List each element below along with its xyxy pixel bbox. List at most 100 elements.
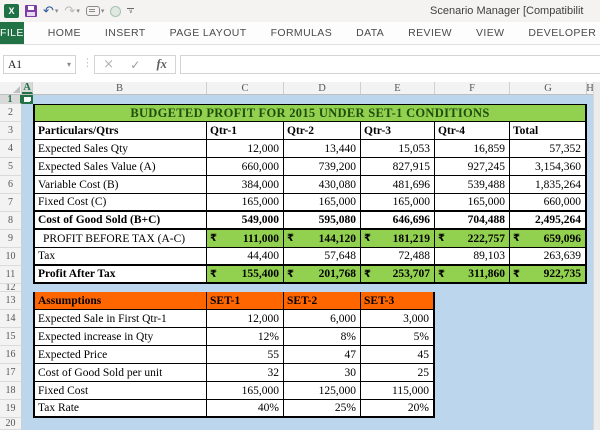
- cell-E17[interactable]: 25: [361, 364, 435, 382]
- cell-E4[interactable]: 15,053: [361, 140, 435, 158]
- row-header-14[interactable]: 14: [0, 310, 22, 328]
- enter-icon[interactable]: ✓: [130, 58, 140, 72]
- cell-G7[interactable]: 660,000: [510, 194, 587, 212]
- cell-A3[interactable]: [22, 122, 33, 140]
- column-header-c[interactable]: C: [207, 82, 284, 94]
- row-header-7[interactable]: 7: [0, 194, 22, 212]
- cell-A10[interactable]: [22, 248, 33, 266]
- empty-cells[interactable]: [33, 95, 593, 104]
- cell-G9[interactable]: ₹ 659,096: [510, 230, 587, 248]
- cell-C19[interactable]: 40%: [207, 400, 284, 418]
- cell-A2[interactable]: [22, 104, 33, 122]
- cell-B16[interactable]: Expected Price: [33, 346, 207, 364]
- cell-B15[interactable]: Expected increase in Qty: [33, 328, 207, 346]
- cell-C11[interactable]: ₹ 155,400: [207, 266, 284, 284]
- column-header-d[interactable]: D: [284, 82, 361, 94]
- status-circle-button[interactable]: [110, 6, 121, 17]
- cancel-icon[interactable]: ×: [103, 57, 114, 72]
- cell-D19[interactable]: 25%: [284, 400, 361, 418]
- cell-D18[interactable]: 125,000: [284, 382, 361, 400]
- cell-D11[interactable]: ₹ 201,768: [284, 266, 361, 284]
- cell-D10[interactable]: 57,648: [284, 248, 361, 266]
- cell-A14[interactable]: [22, 310, 33, 328]
- cell-D6[interactable]: 430,080: [284, 176, 361, 194]
- cell-E13[interactable]: SET-3: [361, 292, 435, 310]
- cell-A7[interactable]: [22, 194, 33, 212]
- cell-C6[interactable]: 384,000: [207, 176, 284, 194]
- cell-F10[interactable]: 89,103: [435, 248, 510, 266]
- cell-F6[interactable]: 539,488: [435, 176, 510, 194]
- empty-cells[interactable]: [22, 418, 593, 430]
- row-header-2[interactable]: 2: [0, 104, 22, 122]
- row-header-20[interactable]: 20: [0, 418, 22, 430]
- cell-E3[interactable]: Qtr-3: [361, 122, 435, 140]
- column-header-b[interactable]: B: [33, 82, 207, 94]
- tab-insert[interactable]: INSERT: [93, 22, 158, 44]
- cell-C13[interactable]: SET-1: [207, 292, 284, 310]
- cell-C9[interactable]: ₹ 111,000: [207, 230, 284, 248]
- cell-A4[interactable]: [22, 140, 33, 158]
- cell-E7[interactable]: 165,000: [361, 194, 435, 212]
- empty-cells[interactable]: [435, 346, 593, 364]
- empty-cells[interactable]: [435, 292, 593, 310]
- cell-E11[interactable]: ₹ 253,707: [361, 266, 435, 284]
- tab-home[interactable]: HOME: [36, 22, 93, 44]
- cell-B6[interactable]: Variable Cost (B): [33, 176, 207, 194]
- row-header-6[interactable]: 6: [0, 176, 22, 194]
- row-header-11[interactable]: 11: [0, 266, 22, 284]
- cell-C18[interactable]: 165,000: [207, 382, 284, 400]
- cell-E19[interactable]: 20%: [361, 400, 435, 418]
- cell-C15[interactable]: 12%: [207, 328, 284, 346]
- cell-A17[interactable]: [22, 364, 33, 382]
- select-all-corner[interactable]: [0, 82, 22, 94]
- row-header-3[interactable]: 3: [0, 122, 22, 140]
- cell-D7[interactable]: 165,000: [284, 194, 361, 212]
- cell-D13[interactable]: SET-2: [284, 292, 361, 310]
- cell-G11[interactable]: ₹ 922,735: [510, 266, 587, 284]
- cell-B14[interactable]: Expected Sale in First Qtr-1: [33, 310, 207, 328]
- touch-mode-dropdown-icon[interactable]: ▾: [101, 7, 105, 15]
- empty-cells[interactable]: [435, 364, 593, 382]
- cell-F3[interactable]: Qtr-4: [435, 122, 510, 140]
- cell-B11[interactable]: Profit After Tax: [33, 266, 207, 284]
- cell-A18[interactable]: [22, 382, 33, 400]
- name-box[interactable]: A1 ▾: [3, 55, 76, 74]
- cell-C8[interactable]: 549,000: [207, 212, 284, 230]
- cell-F7[interactable]: 165,000: [435, 194, 510, 212]
- cell-E6[interactable]: 481,696: [361, 176, 435, 194]
- cell-D3[interactable]: Qtr-2: [284, 122, 361, 140]
- cell-C17[interactable]: 32: [207, 364, 284, 382]
- row-header-9[interactable]: 9: [0, 230, 22, 248]
- cell-D17[interactable]: 30: [284, 364, 361, 382]
- cell-B4[interactable]: Expected Sales Qty: [33, 140, 207, 158]
- cell-A11[interactable]: [22, 266, 33, 284]
- budget-table-title[interactable]: BUDGETED PROFIT FOR 2015 UNDER SET-1 CON…: [33, 104, 587, 122]
- cell-E10[interactable]: 72,488: [361, 248, 435, 266]
- cell-B3[interactable]: Particulars/Qtrs: [33, 122, 207, 140]
- cell-B8[interactable]: Cost of Good Sold (B+C): [33, 212, 207, 230]
- cell-F5[interactable]: 927,245: [435, 158, 510, 176]
- redo-button[interactable]: ↷ ▾: [64, 5, 79, 17]
- cell-A5[interactable]: [22, 158, 33, 176]
- column-header-f[interactable]: F: [435, 82, 510, 94]
- cell-E9[interactable]: ₹ 181,219: [361, 230, 435, 248]
- cell-C4[interactable]: 12,000: [207, 140, 284, 158]
- cell-B13[interactable]: Assumptions: [33, 292, 207, 310]
- cell-G3[interactable]: Total: [510, 122, 587, 140]
- cell-E5[interactable]: 827,915: [361, 158, 435, 176]
- cell-F9[interactable]: ₹ 222,757: [435, 230, 510, 248]
- cell-A16[interactable]: [22, 346, 33, 364]
- cell-E14[interactable]: 3,000: [361, 310, 435, 328]
- tab-developer[interactable]: DEVELOPER: [516, 22, 600, 44]
- cell-E16[interactable]: 45: [361, 346, 435, 364]
- cell-E18[interactable]: 115,000: [361, 382, 435, 400]
- cell-A8[interactable]: [22, 212, 33, 230]
- column-header-a[interactable]: A: [22, 82, 33, 94]
- cell-B17[interactable]: Cost of Good Sold per unit: [33, 364, 207, 382]
- cell-C10[interactable]: 44,400: [207, 248, 284, 266]
- row-header-19[interactable]: 19: [0, 400, 22, 418]
- cell-B18[interactable]: Fixed Cost: [33, 382, 207, 400]
- customize-qat-button[interactable]: ∨: [127, 8, 134, 15]
- undo-button[interactable]: ↶ ▾: [43, 5, 58, 17]
- cell-G8[interactable]: 2,495,264: [510, 212, 587, 230]
